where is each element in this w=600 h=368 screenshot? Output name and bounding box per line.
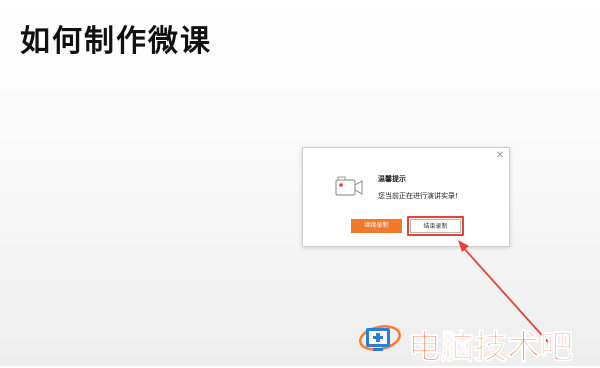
watermark-text: 电脑技术吧	[408, 327, 574, 367]
highlight-box	[407, 216, 464, 236]
dialog-title: 温馨提示	[378, 175, 406, 183]
continue-recording-button[interactable]: 继续录制	[351, 219, 402, 233]
watermark: 电脑技术吧	[358, 318, 598, 367]
close-icon[interactable]: ✕	[495, 150, 505, 162]
recording-alert-dialog: ✕ 温馨提示 您当前正在进行演讲实录! 继续录制 结束录制	[302, 147, 510, 247]
slide-title: 如何制作微课	[20, 24, 212, 59]
watermark-logo-icon	[359, 325, 401, 351]
dialog-message: 您当前正在进行演讲实录!	[378, 192, 458, 200]
video-camera-icon	[335, 176, 363, 196]
